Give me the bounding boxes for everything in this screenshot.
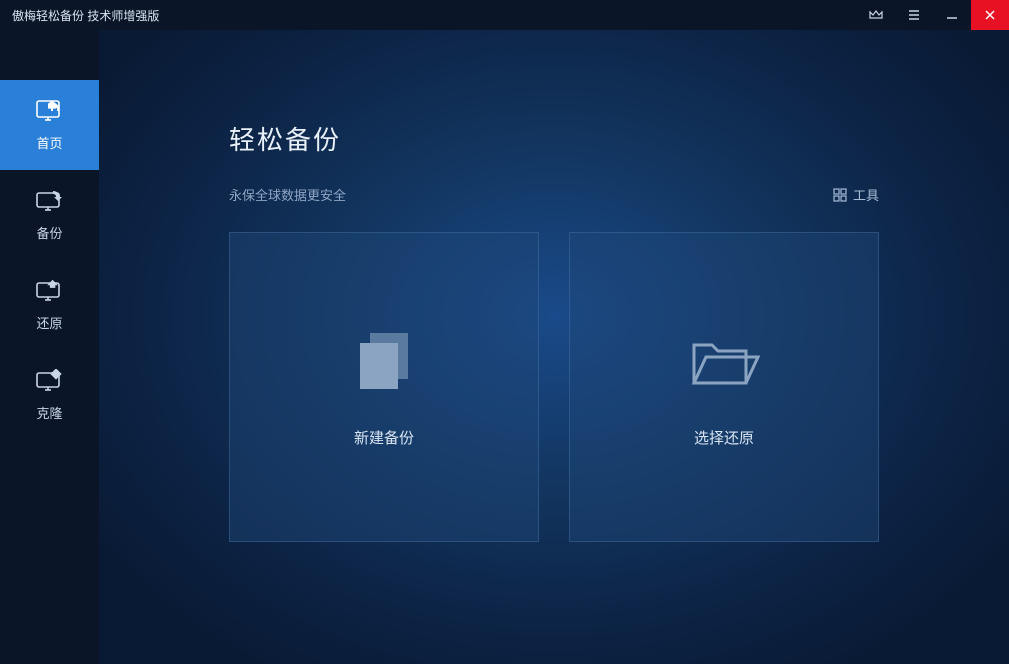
clone-icon (35, 369, 65, 393)
restore-icon (35, 279, 65, 303)
grid-icon (833, 188, 847, 202)
sidebar-item-backup[interactable]: 备份 (0, 170, 99, 260)
card-label: 选择还原 (694, 427, 754, 448)
main-content: 轻松备份 永保全球数据更安全 工具 (99, 30, 1009, 664)
sidebar-item-label: 还原 (36, 313, 62, 332)
tools-link[interactable]: 工具 (833, 185, 879, 204)
close-icon (982, 7, 998, 23)
sidebar: 首页 备份 还原 (0, 30, 99, 664)
card-select-restore[interactable]: 选择还原 (569, 232, 879, 542)
card-new-backup[interactable]: 新建备份 (229, 232, 539, 542)
page-title: 轻松备份 (229, 120, 879, 157)
folder-open-icon (684, 327, 764, 397)
minimize-icon (944, 7, 960, 23)
sidebar-item-restore[interactable]: 还原 (0, 260, 99, 350)
tools-label: 工具 (853, 185, 879, 204)
crown-icon (868, 7, 884, 23)
minimize-button[interactable] (933, 0, 971, 30)
list-icon (906, 7, 922, 23)
home-monitor-icon (35, 99, 65, 123)
sidebar-item-home[interactable]: 首页 (0, 80, 99, 170)
stacked-docs-icon (344, 327, 424, 397)
close-button[interactable] (971, 0, 1009, 30)
sidebar-item-label: 克隆 (36, 403, 62, 422)
card-label: 新建备份 (354, 427, 414, 448)
page-subtitle: 永保全球数据更安全 (229, 185, 346, 204)
app-title: 傲梅轻松备份 技术师增强版 (12, 7, 159, 24)
sidebar-item-label: 备份 (36, 223, 62, 242)
menu-button[interactable] (895, 0, 933, 30)
backup-icon (35, 189, 65, 213)
crown-button[interactable] (857, 0, 895, 30)
sidebar-item-clone[interactable]: 克隆 (0, 350, 99, 440)
titlebar: 傲梅轻松备份 技术师增强版 (0, 0, 1009, 30)
sidebar-item-label: 首页 (36, 133, 62, 152)
